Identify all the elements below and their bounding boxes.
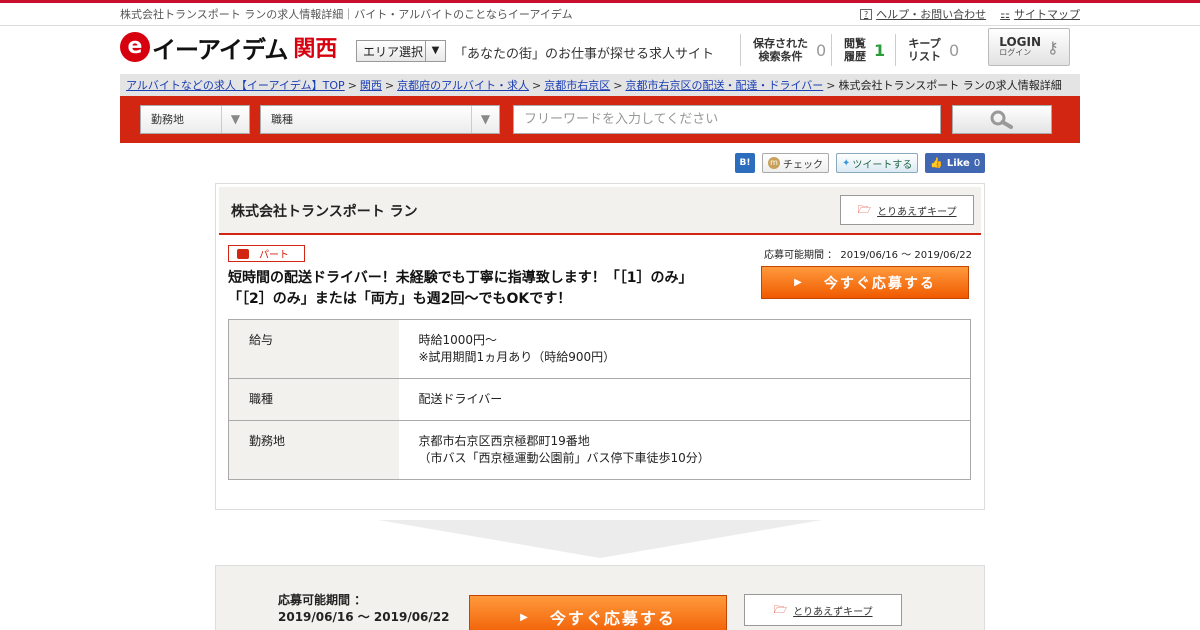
location-select[interactable]: 勤務地 ▼ bbox=[140, 105, 250, 134]
social-share-bar: B! m チェック ✦ ツイートする 👍 Like 0 bbox=[735, 153, 986, 173]
mixi-icon: m bbox=[768, 157, 780, 169]
detail-key: 勤務地 bbox=[228, 420, 399, 480]
keep-count: 0 bbox=[949, 40, 960, 60]
job-type-select[interactable]: 職種 ▼ bbox=[260, 105, 500, 134]
browse-history[interactable]: 閲覧 履歴 1 bbox=[831, 34, 885, 66]
sitemap-link[interactable]: ⚏ サイトマップ bbox=[1000, 6, 1080, 22]
folder-icon: 🗁 bbox=[773, 602, 788, 616]
top-bar: 株式会社トランスポート ランの求人情報詳細｜バイト・アルバイトのことならイーアイ… bbox=[120, 3, 1080, 25]
bottom-application-period: 応募可能期間 ： 2019/06/16 ～ 2019/06/22 bbox=[278, 593, 450, 624]
detail-key: 職種 bbox=[228, 378, 399, 421]
help-link[interactable]: ? ヘルプ・お問い合わせ bbox=[860, 6, 986, 22]
job-card: 株式会社トランスポート ラン 🗁 とりあえずキープ パート 応募可能期間 ： 2… bbox=[215, 183, 985, 510]
job-details-table: 給与 時給1000円〜 ※試用期間1ヵ月あり（時給900円） 職種 配送ドライバー… bbox=[228, 319, 971, 480]
company-name: 株式会社トランスポート ラン bbox=[231, 204, 418, 220]
history-count: 1 bbox=[874, 40, 886, 60]
area-select-dropdown[interactable]: エリア選択 ▼ bbox=[356, 40, 446, 62]
logo-region: 関西 bbox=[293, 37, 338, 62]
breadcrumb: アルバイトなどの求人【イーアイデム】TOP > 関西 > 京都府のアルバイト・求… bbox=[120, 74, 1080, 96]
breadcrumb-link-category[interactable]: 京都市右京区の配送・配達・ドライバー bbox=[625, 77, 823, 93]
detail-value: 時給1000円〜 ※試用期間1ヵ月あり（時給900円） bbox=[418, 333, 616, 364]
saved-search-conditions[interactable]: 保存された 検索条件 0 bbox=[740, 34, 826, 66]
apply-now-button[interactable]: ▶ 今すぐ応募する bbox=[761, 266, 969, 299]
logo-e-icon: e bbox=[120, 32, 150, 62]
tweet-button[interactable]: ✦ ツイートする bbox=[836, 153, 919, 173]
top-links: ? ヘルプ・お問い合わせ ⚏ サイトマップ bbox=[860, 6, 1080, 22]
bag-icon bbox=[237, 248, 249, 259]
site-logo[interactable]: e イーアイデム 関西 bbox=[120, 32, 338, 64]
folder-icon: 🗁 bbox=[857, 202, 872, 216]
breadcrumb-link-kyoto[interactable]: 京都府のアルバイト・求人 bbox=[397, 77, 529, 93]
play-arrow-icon: ▶ bbox=[520, 611, 530, 623]
keep-list[interactable]: キープ リスト 0 bbox=[895, 34, 959, 66]
mixi-check-button[interactable]: m チェック bbox=[762, 153, 829, 173]
employment-type-badge: パート bbox=[228, 245, 305, 262]
detail-key: 給与 bbox=[228, 319, 399, 379]
hatena-bookmark-button[interactable]: B! bbox=[735, 153, 755, 173]
keep-button[interactable]: 🗁 とりあえずキープ bbox=[840, 195, 974, 225]
table-row: 勤務地 京都市右京区西京極郡町19番地 （市バス「西京極運動公園前」バス停下車徒歩… bbox=[228, 420, 971, 480]
search-button[interactable] bbox=[952, 105, 1052, 134]
thumbs-up-icon: 👍 bbox=[930, 157, 943, 169]
help-icon: ? bbox=[860, 8, 873, 20]
chevron-down-icon: ▼ bbox=[221, 106, 249, 133]
table-row: 給与 時給1000円〜 ※試用期間1ヵ月あり（時給900円） bbox=[228, 319, 971, 379]
key-icon: ⚷ bbox=[1047, 37, 1059, 57]
site-header: e イーアイデム 関西 エリア選択 ▼ 「あなたの街」のお仕事が探せる求人サイト… bbox=[120, 26, 1080, 74]
twitter-bird-icon: ✦ bbox=[842, 157, 851, 169]
bottom-apply-now-button[interactable]: ▶ 今すぐ応募する bbox=[469, 595, 727, 630]
detail-value: 京都市右京区西京極郡町19番地 （市バス「西京極運動公園前」バス停下車徒歩10分） bbox=[398, 420, 971, 480]
detail-value: 配送ドライバー bbox=[398, 378, 971, 421]
facebook-like-button[interactable]: 👍 Like 0 bbox=[925, 153, 986, 173]
play-arrow-icon: ▶ bbox=[794, 277, 804, 288]
section-arrow-divider bbox=[378, 520, 822, 558]
breadcrumb-current: 株式会社トランスポート ランの求人情報詳細 bbox=[838, 79, 1062, 92]
freeword-input[interactable] bbox=[513, 105, 941, 134]
chevron-down-icon: ▼ bbox=[471, 106, 499, 133]
sitemap-icon: ⚏ bbox=[1000, 7, 1010, 21]
application-period: 応募可能期間 ： 2019/06/16 ～ 2019/06/22 bbox=[764, 250, 972, 261]
search-bar: 勤務地 ▼ 職種 ▼ bbox=[120, 96, 1080, 143]
table-row: 職種 配送ドライバー bbox=[228, 378, 971, 421]
job-card-header: 株式会社トランスポート ラン 🗁 とりあえずキープ bbox=[219, 187, 981, 235]
job-title: 短時間の配送ドライバー！未経験でも丁寧に指導致します！「［1］のみ」 「［2］の… bbox=[228, 270, 693, 307]
saved-count: 0 bbox=[816, 40, 827, 60]
logo-brand: イーアイデム bbox=[152, 35, 288, 64]
chevron-down-icon: ▼ bbox=[425, 41, 445, 61]
breadcrumb-link-kansai[interactable]: 関西 bbox=[360, 77, 382, 93]
login-button[interactable]: LOGIN ログイン ⚷ bbox=[988, 28, 1070, 66]
like-count: 0 bbox=[973, 157, 981, 169]
breadcrumb-link-ukyo[interactable]: 京都市右京区 bbox=[544, 77, 610, 93]
search-icon bbox=[990, 110, 1013, 129]
page-heading-text: 株式会社トランスポート ランの求人情報詳細｜バイト・アルバイトのことならイーアイ… bbox=[120, 8, 573, 21]
bottom-apply-panel: 応募可能期間 ： 2019/06/16 ～ 2019/06/22 ▶ 今すぐ応募… bbox=[215, 565, 985, 630]
breadcrumb-link-top[interactable]: アルバイトなどの求人【イーアイデム】TOP bbox=[126, 77, 345, 93]
catchphrase: 「あなたの街」のお仕事が探せる求人サイト bbox=[454, 47, 715, 62]
bottom-keep-button[interactable]: 🗁 とりあえずキープ bbox=[744, 594, 902, 626]
